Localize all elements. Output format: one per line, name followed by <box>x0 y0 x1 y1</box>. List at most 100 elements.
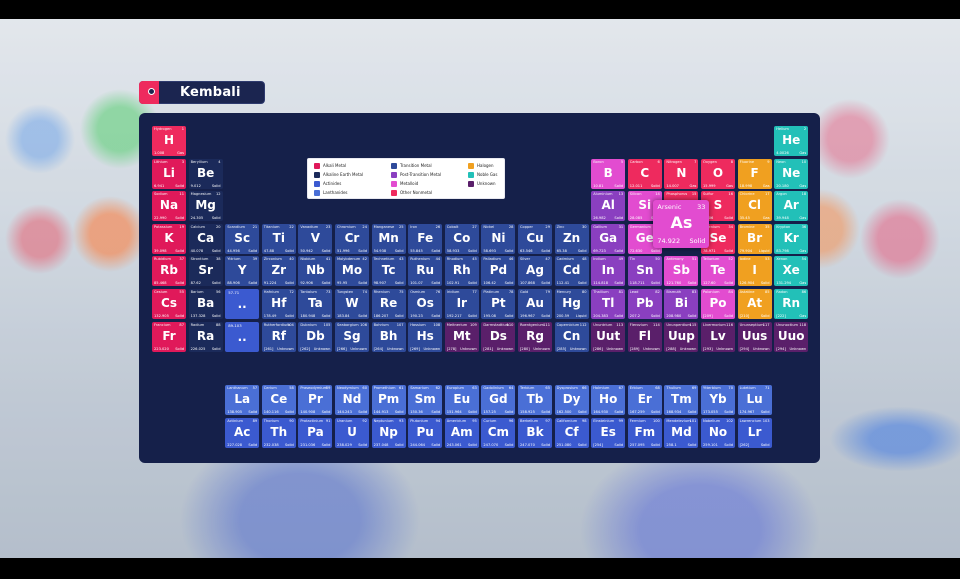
element-cell-w[interactable]: Tungsten 74 W 183.84 Solid <box>335 289 369 319</box>
element-cell-cu[interactable]: Copper 29 Cu 63.546 Solid <box>518 223 552 254</box>
element-cell-c[interactable]: Carbon 6 C 12.011 Solid <box>627 158 662 189</box>
element-cell-am[interactable]: Americium 95 Am 243.061 Solid <box>444 417 479 448</box>
element-cell-yb[interactable]: Ytterbium 70 Yb 173.055 Solid <box>701 385 735 415</box>
element-cell-es[interactable]: Einsteinium 99 Es [254] Solid <box>591 417 626 448</box>
element-cell-rh[interactable]: Rhodium 45 Rh 102.91 Solid <box>444 256 479 287</box>
element-cell-ru[interactable]: Ruthenium 44 Ru 101.07 Solid <box>408 256 443 287</box>
element-cell-md[interactable]: Mendelevium 101 Md 258.1 Solid <box>664 417 699 448</box>
element-cell-sc[interactable]: Scandium 21 Sc 44.956 Solid <box>225 223 260 254</box>
element-cell-ga[interactable]: Gallium 31 Ga 69.723 Solid <box>591 223 626 254</box>
element-cell-pb[interactable]: Lead 82 Pb 207.2 Solid <box>627 289 662 319</box>
element-cell-bi[interactable]: Bismuth 83 Bi 208.980 Solid <box>664 289 699 319</box>
element-cell-ar[interactable]: Argon 18 Ar 39.948 Gas <box>774 191 809 222</box>
element-cell-be[interactable]: Beryllium 4 Be 9.012 Solid <box>188 158 223 189</box>
element-cell-uut[interactable]: Ununtrium 113 Uut [286] Unknown <box>591 321 626 352</box>
element-cell-ce[interactable]: Cerium 58 Ce 140.116 Solid <box>261 385 296 415</box>
element-cell-rb[interactable]: Rubidium 37 Rb 85.468 Solid <box>152 256 186 287</box>
element-cell-ca[interactable]: Calcium 20 Ca 40.078 Solid <box>188 223 223 254</box>
element-cell-fl[interactable]: Flerovium 114 Fl [289] Unknown <box>627 321 662 352</box>
element-cell-cm[interactable]: Curium 96 Cm 247.070 Solid <box>481 417 516 448</box>
element-cell-v[interactable]: Vanadium 23 V 50.942 Solid <box>298 223 333 254</box>
element-cell-nb[interactable]: Niobium 41 Nb 92.906 Solid <box>298 256 333 287</box>
element-cell-rf[interactable]: Rutherfordium 104 Rf [261] Unknown <box>261 321 296 352</box>
element-cell-po[interactable]: Polonium 84 Po [209] Solid <box>701 289 735 319</box>
element-cell-in[interactable]: Indium 49 In 114.818 Solid <box>591 256 626 287</box>
element-cell-fr[interactable]: Francium 87 Fr 223.020 Solid <box>152 321 186 352</box>
element-cell-pu[interactable]: Plutonium 94 Pu 244.064 Solid <box>408 417 443 448</box>
element-cell-ac[interactable]: Actinium 89 Ac 227.028 Solid <box>225 417 260 448</box>
element-cell-mt[interactable]: Meitnerium 109 Mt [278] Unknown <box>444 321 479 352</box>
element-cell-uus[interactable]: Ununseptium 117 Uus [294] Unknown <box>737 321 772 352</box>
element-cell-uuo[interactable]: Ununoctium 118 Uuo [294] Unknown <box>774 321 809 352</box>
element-cell-nd[interactable]: Neodymium 60 Nd 144.243 Solid <box>335 385 369 415</box>
element-cell-k[interactable]: Potassium 19 K 39.098 Solid <box>152 223 186 254</box>
element-cell-sr[interactable]: Strontium 38 Sr 87.62 Solid <box>188 256 223 287</box>
element-cell-sn[interactable]: Tin 50 Sn 118.711 Solid <box>627 256 662 287</box>
element-cell-he[interactable]: Helium 2 He 4.0026 Gas <box>774 126 809 156</box>
element-cell-u[interactable]: Uranium 92 U 238.029 Solid <box>335 417 369 448</box>
element-cell-sg[interactable]: Seaborgium 106 Sg [266] Unknown <box>335 321 369 352</box>
element-cell-eu[interactable]: Europium 63 Eu 151.964 Solid <box>444 385 479 415</box>
element-cell-kr[interactable]: Krypton 36 Kr 83.798 Gas <box>774 223 809 254</box>
element-cell-er[interactable]: Erbium 68 Er 167.259 Solid <box>627 385 662 415</box>
element-cell-bh[interactable]: Bohrium 107 Bh [264] Unknown <box>371 321 406 352</box>
element-cell-li[interactable]: Lithium 3 Li 6.941 Solid <box>152 158 186 189</box>
element-cell-pt[interactable]: Platinum 78 Pt 195.08 Solid <box>481 289 516 319</box>
element-cell-te[interactable]: Tellurium 52 Te 127.60 Solid <box>701 256 735 287</box>
element-cell-b[interactable]: Boron 5 B 10.81 Solid <box>591 158 626 189</box>
element-cell-ti[interactable]: Titanium 22 Ti 47.88 Solid <box>261 223 296 254</box>
element-cell-uup[interactable]: Ununpentium 115 Uup [288] Unknown <box>664 321 699 352</box>
element-cell-hg[interactable]: Mercury 80 Hg 200.59 Liquid <box>554 289 589 319</box>
element-cell-na[interactable]: Sodium 11 Na 22.990 Solid <box>152 191 186 222</box>
element-cell-no[interactable]: Nobelium 102 No 259.101 Solid <box>701 417 735 448</box>
element-cell-pd[interactable]: Palladium 46 Pd 106.42 Solid <box>481 256 516 287</box>
element-cell-cf[interactable]: Californium 98 Cf 251.080 Solid <box>554 417 589 448</box>
element-cell-rn[interactable]: Radon 86 Rn [222] Gas <box>774 289 809 319</box>
element-cell-br[interactable]: Bromine 35 Br 79.904 Liquid <box>737 223 772 254</box>
element-cell-mn[interactable]: Manganese 25 Mn 54.938 Solid <box>371 223 406 254</box>
element-cell-ni[interactable]: Nickel 28 Ni 58.693 Solid <box>481 223 516 254</box>
element-cell-co[interactable]: Cobalt 27 Co 58.933 Solid <box>444 223 479 254</box>
element-cell-cr[interactable]: Chromium 24 Cr 51.996 Solid <box>335 223 369 254</box>
element-cell-ir[interactable]: Iridium 77 Ir 192.217 Solid <box>444 289 479 319</box>
element-cell-tl[interactable]: Thallium 81 Tl 204.383 Solid <box>591 289 626 319</box>
element-cell-la[interactable]: Lanthanum 57 La 138.905 Solid <box>225 385 260 415</box>
element-cell-rg[interactable]: Roentgenium 111 Rg [280] Unknown <box>518 321 552 352</box>
back-button[interactable]: Kembali <box>139 80 265 104</box>
element-cell-fm[interactable]: Fermium 100 Fm 257.095 Solid <box>627 417 662 448</box>
element-cell-ra[interactable]: Radium 88 Ra 226.025 Solid <box>188 321 223 352</box>
element-cell-o[interactable]: Oxygen 8 O 15.999 Gas <box>701 158 735 189</box>
element-cell-ho[interactable]: Holmium 67 Ho 164.930 Solid <box>591 385 626 415</box>
element-cell-ds[interactable]: Darmstadtium 110 Ds [281] Unknown <box>481 321 516 352</box>
element-cell-sb[interactable]: Antimony 51 Sb 121.760 Solid <box>664 256 699 287</box>
element-cell-cd[interactable]: Cadmium 48 Cd 112.41 Solid <box>554 256 589 287</box>
element-cell-th[interactable]: Thorium 90 Th 232.038 Solid <box>261 417 296 448</box>
element-cell-lr[interactable]: Lawrencium 103 Lr [262] Solid <box>737 417 772 448</box>
element-cell-os[interactable]: Osmium 76 Os 190.23 Solid <box>408 289 443 319</box>
element-cell-pa[interactable]: Protactinium 91 Pa 231.036 Solid <box>298 417 333 448</box>
element-cell-cl[interactable]: Chlorine 17 Cl 35.45 Gas <box>737 191 772 222</box>
element-cell-zr[interactable]: Zirconium 40 Zr 91.224 Solid <box>261 256 296 287</box>
element-cell-lu[interactable]: Lutetium 71 Lu 174.967 Solid <box>737 385 772 415</box>
element-cell-pr[interactable]: Praseodymium 59 Pr 140.908 Solid <box>298 385 333 415</box>
element-cell-sm[interactable]: Samarium 62 Sm 150.36 Solid <box>408 385 443 415</box>
element-cell-al[interactable]: Aluminium 13 Al 26.982 Solid <box>591 191 626 222</box>
element-cell-mg[interactable]: Magnesium 12 Mg 24.305 Solid <box>188 191 223 222</box>
element-cell-xe[interactable]: Xenon 54 Xe 131.294 Gas <box>774 256 809 287</box>
element-cell-as-highlighted[interactable]: Arsenic 33 As 74.922 Solid <box>653 200 710 249</box>
element-cell-ta[interactable]: Tantalum 73 Ta 180.948 Solid <box>298 289 333 319</box>
element-cell-cs[interactable]: Cesium 55 Cs 132.905 Solid <box>152 289 186 319</box>
element-cell-i[interactable]: Iodine 53 I 126.904 Solid <box>737 256 772 287</box>
lanthanide-placeholder[interactable]: 57-71.. <box>225 289 260 319</box>
element-cell-ne[interactable]: Neon 10 Ne 20.180 Gas <box>774 158 809 189</box>
element-cell-db[interactable]: Dubnium 105 Db [262] Unknown <box>298 321 333 352</box>
element-cell-re[interactable]: Rhenium 75 Re 186.207 Solid <box>371 289 406 319</box>
element-cell-mo[interactable]: Molybdenum 42 Mo 95.95 Solid <box>335 256 369 287</box>
element-cell-ag[interactable]: Silver 47 Ag 107.868 Solid <box>518 256 552 287</box>
element-cell-au[interactable]: Gold 79 Au 196.967 Solid <box>518 289 552 319</box>
element-cell-hs[interactable]: Hassium 108 Hs [269] Unknown <box>408 321 443 352</box>
element-cell-zn[interactable]: Zinc 30 Zn 65.38 Solid <box>554 223 589 254</box>
element-cell-ba[interactable]: Barium 56 Ba 137.328 Solid <box>188 289 223 319</box>
element-cell-n[interactable]: Nitrogen 7 N 14.007 Gas <box>664 158 699 189</box>
element-cell-bk[interactable]: Berkelium 97 Bk 247.070 Solid <box>518 417 552 448</box>
